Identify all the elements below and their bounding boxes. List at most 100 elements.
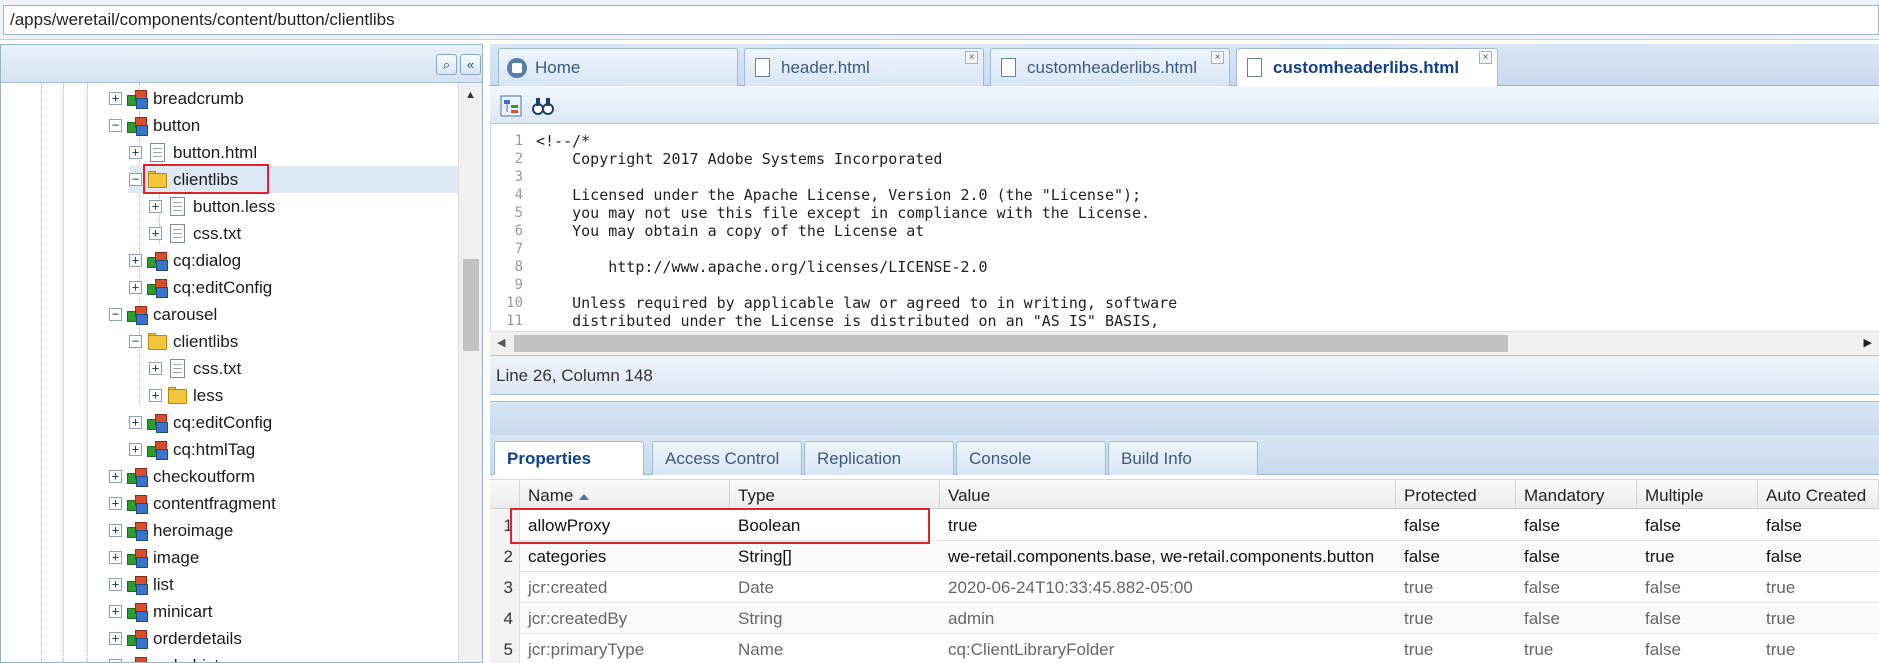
property-mandatory-cell[interactable]: true xyxy=(1516,634,1637,663)
expand-icon[interactable]: + xyxy=(129,416,142,429)
code-line[interactable]: <!--/* xyxy=(536,132,1177,150)
property-protected-cell[interactable]: true xyxy=(1396,572,1516,603)
property-value-cell[interactable]: true xyxy=(940,510,1396,541)
expand-icon[interactable]: + xyxy=(109,605,122,618)
property-type-cell[interactable]: String xyxy=(730,603,940,634)
editor-tab[interactable]: customheaderlibs.html × xyxy=(990,48,1230,86)
tree-node[interactable]: + cq:dialog xyxy=(129,247,241,274)
tree-node[interactable]: + list xyxy=(109,571,174,598)
expand-icon[interactable]: + xyxy=(129,443,142,456)
column-header[interactable]: Multiple xyxy=(1637,480,1758,510)
scroll-left-icon[interactable]: ◀ xyxy=(497,336,505,349)
tree-scroll-thumb[interactable] xyxy=(463,259,479,351)
expand-icon[interactable]: + xyxy=(109,659,122,662)
property-protected-cell[interactable]: false xyxy=(1396,541,1516,572)
tree-node[interactable]: + button.html xyxy=(129,139,257,166)
property-auto-cell[interactable]: false xyxy=(1758,510,1879,541)
expand-icon[interactable]: + xyxy=(109,551,122,564)
tree-node[interactable]: + image xyxy=(109,544,199,571)
path-field[interactable]: /apps/weretail/components/content/button… xyxy=(3,5,1879,35)
collapse-icon[interactable]: − xyxy=(109,308,122,321)
property-auto-cell[interactable]: false xyxy=(1758,541,1879,572)
editor-tab[interactable]: customheaderlibs.html × xyxy=(1236,48,1498,87)
code-line[interactable] xyxy=(536,240,1177,258)
tree-node[interactable]: + css.txt xyxy=(149,355,241,382)
tree-node[interactable]: + css.txt xyxy=(149,220,241,247)
expand-icon[interactable]: + xyxy=(149,362,162,375)
tree-node[interactable]: + checkoutform xyxy=(109,463,255,490)
tree-node[interactable]: + orderhistory xyxy=(109,652,243,662)
code-line[interactable]: http://www.apache.org/licenses/LICENSE-2… xyxy=(536,258,1177,276)
tree-node[interactable]: − button xyxy=(109,112,200,139)
property-value-cell[interactable]: 2020-06-24T10:33:45.882-05:00 xyxy=(940,572,1396,603)
collapse-icon[interactable]: − xyxy=(129,173,142,186)
tree-node[interactable]: + heroimage xyxy=(109,517,233,544)
property-multiple-cell[interactable]: false xyxy=(1637,572,1758,603)
collapse-icon[interactable]: − xyxy=(129,335,142,348)
column-header[interactable]: Mandatory xyxy=(1516,480,1637,510)
property-row[interactable]: 3 jcr:created Date 2020-06-24T10:33:45.882-… xyxy=(490,572,1879,603)
properties-tab[interactable]: Access Control xyxy=(652,441,802,475)
close-tab-icon[interactable]: × xyxy=(1211,51,1224,64)
properties-tab[interactable]: Replication xyxy=(804,441,954,475)
property-value-cell[interactable]: admin xyxy=(940,603,1396,634)
tree-node[interactable]: + cq:editConfig xyxy=(129,409,272,436)
panel-divider[interactable] xyxy=(490,401,1879,435)
code-line[interactable]: distributed under the License is distrib… xyxy=(536,312,1177,330)
collapse-panel-icon[interactable]: « xyxy=(460,54,481,75)
expand-icon[interactable]: + xyxy=(109,578,122,591)
property-mandatory-cell[interactable]: false xyxy=(1516,541,1637,572)
property-row[interactable]: 4 jcr:createdBy String admin true false false t… xyxy=(490,603,1879,634)
code-line[interactable]: Unless required by applicable law or agr… xyxy=(536,294,1177,312)
properties-tab[interactable]: Properties xyxy=(494,441,644,476)
expand-icon[interactable]: + xyxy=(109,524,122,537)
code-line[interactable] xyxy=(536,276,1177,294)
properties-tab[interactable]: Console xyxy=(956,441,1106,475)
property-name-cell[interactable]: jcr:createdBy xyxy=(520,603,730,634)
property-multiple-cell[interactable]: false xyxy=(1637,510,1758,541)
code-editor[interactable]: 1 2 3 4 5 6 7 8 9 10 11 <!--/* Copyright 2017 Adob… xyxy=(490,124,1879,331)
find-binoculars-icon[interactable] xyxy=(532,95,554,117)
tree-node[interactable]: + minicart xyxy=(109,598,213,625)
expand-icon[interactable]: + xyxy=(149,227,162,240)
expand-icon[interactable]: + xyxy=(129,146,142,159)
property-name-cell[interactable]: jcr:created xyxy=(520,572,730,603)
tree-node[interactable]: + less xyxy=(149,382,223,409)
column-header[interactable]: Auto Created xyxy=(1758,480,1879,510)
close-tab-icon[interactable]: × xyxy=(1479,51,1492,64)
close-tab-icon[interactable]: × xyxy=(965,51,978,64)
property-name-cell[interactable]: categories xyxy=(520,541,730,572)
expand-icon[interactable]: + xyxy=(109,92,122,105)
tree-node[interactable]: − carousel xyxy=(109,301,217,328)
property-protected-cell[interactable]: true xyxy=(1396,603,1516,634)
scroll-right-icon[interactable]: ▶ xyxy=(1864,336,1872,349)
property-protected-cell[interactable]: true xyxy=(1396,634,1516,663)
tree-node[interactable]: + cq:htmlTag xyxy=(129,436,255,463)
tree-node[interactable]: + breadcrumb xyxy=(109,85,244,112)
expand-icon[interactable]: + xyxy=(129,281,142,294)
column-header[interactable]: Value xyxy=(940,480,1396,510)
code-line[interactable] xyxy=(536,168,1177,186)
code-line[interactable]: You may obtain a copy of the License at xyxy=(536,222,1177,240)
expand-icon[interactable]: + xyxy=(129,254,142,267)
property-multiple-cell[interactable]: true xyxy=(1637,541,1758,572)
tree-node[interactable]: + button.less xyxy=(149,193,275,220)
property-type-cell[interactable]: Name xyxy=(730,634,940,663)
expand-icon[interactable]: + xyxy=(149,389,162,402)
expand-icon[interactable]: + xyxy=(149,200,162,213)
code-line[interactable]: you may not use this file except in comp… xyxy=(536,204,1177,222)
scroll-up-icon[interactable]: ▲ xyxy=(465,89,476,101)
editor-tab[interactable]: Home xyxy=(498,48,738,86)
property-mandatory-cell[interactable]: false xyxy=(1516,603,1637,634)
property-value-cell[interactable]: we-retail.components.base, we-retail.com… xyxy=(940,541,1396,572)
expand-icon[interactable]: + xyxy=(109,497,122,510)
outline-icon[interactable] xyxy=(500,95,522,117)
property-auto-cell[interactable]: true xyxy=(1758,634,1879,663)
tree-node[interactable]: + orderdetails xyxy=(109,625,242,652)
property-mandatory-cell[interactable]: false xyxy=(1516,572,1637,603)
column-header[interactable]: Name xyxy=(520,480,730,510)
code-line[interactable]: Copyright 2017 Adobe Systems Incorporate… xyxy=(536,150,1177,168)
tree-node[interactable]: + cq:editConfig xyxy=(129,274,272,301)
property-multiple-cell[interactable]: false xyxy=(1637,634,1758,663)
property-auto-cell[interactable]: true xyxy=(1758,572,1879,603)
